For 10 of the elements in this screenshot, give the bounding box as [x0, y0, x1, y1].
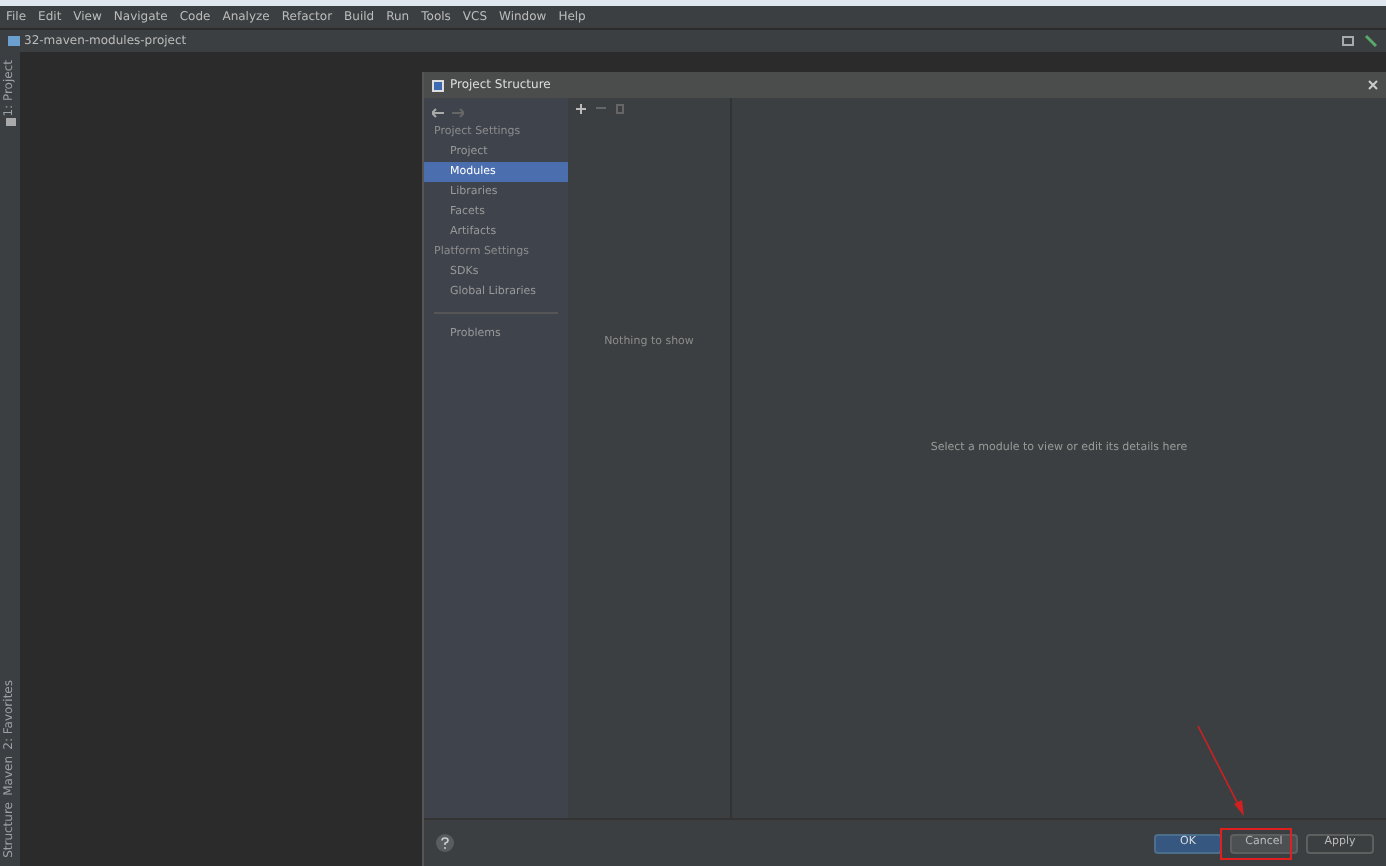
close-icon[interactable]: [1368, 80, 1378, 90]
folder-icon: [8, 36, 20, 46]
annotation-highlight-box: [1220, 828, 1292, 860]
back-arrow-icon[interactable]: [432, 107, 444, 117]
add-icon[interactable]: [576, 103, 586, 113]
help-icon[interactable]: [436, 834, 454, 852]
app-icon: [432, 79, 444, 91]
layout-icon[interactable]: [1342, 36, 1354, 46]
annotation-arrow: [1196, 724, 1248, 820]
folder-icon: [5, 118, 15, 127]
